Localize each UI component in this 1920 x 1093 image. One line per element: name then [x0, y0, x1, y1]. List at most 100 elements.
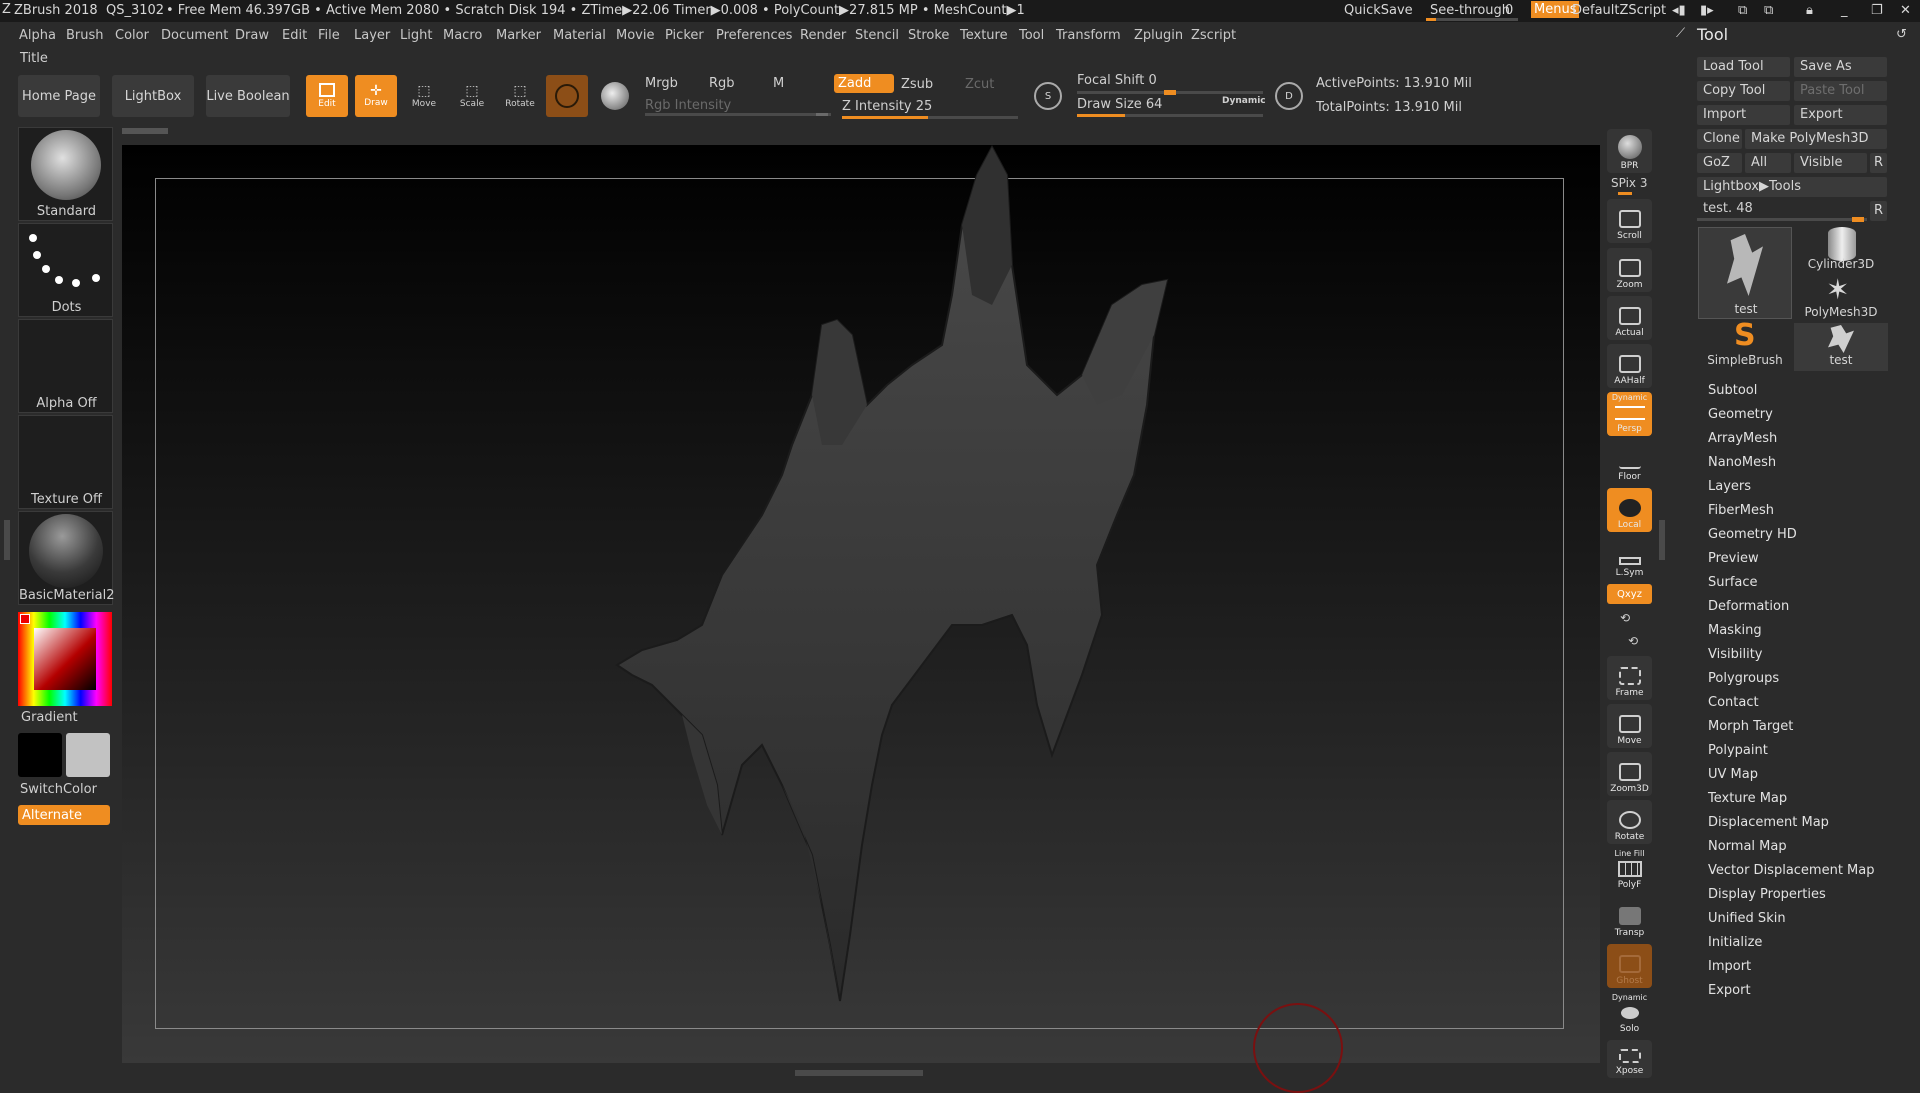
rotate-mode-button[interactable]: ⬚ Rotate [499, 75, 541, 117]
subpalette-visibility[interactable]: Visibility [1708, 647, 1762, 662]
current-tool-label[interactable]: test. 48 [1703, 201, 1753, 216]
subpalette-morph-target[interactable]: Morph Target [1708, 719, 1793, 734]
subpalette-arraymesh[interactable]: ArrayMesh [1708, 431, 1777, 446]
subpalette-preview[interactable]: Preview [1708, 551, 1759, 566]
texture-selector[interactable]: Texture Off [18, 415, 113, 509]
quicksave-button[interactable]: QuickSave [1344, 3, 1413, 18]
bpr-button[interactable]: BPR [1607, 129, 1652, 173]
spix-label[interactable]: SPix 3 [1611, 176, 1647, 190]
goz-button[interactable]: GoZ [1697, 153, 1742, 173]
menu-alpha[interactable]: Alpha [19, 28, 56, 43]
window-layout-icon[interactable]: ⧉ [1738, 3, 1747, 18]
spix-slider[interactable] [1618, 192, 1632, 195]
subpalette-surface[interactable]: Surface [1708, 575, 1758, 590]
live-boolean-button[interactable]: Live Boolean [206, 75, 290, 117]
zcut-button[interactable]: Zcut [965, 77, 994, 92]
subpalette-polypaint[interactable]: Polypaint [1708, 743, 1768, 758]
subpalette-masking[interactable]: Masking [1708, 623, 1762, 638]
rotate-z-icon[interactable]: ⟲ [1628, 634, 1638, 648]
menu-light[interactable]: Light [400, 28, 432, 43]
subpalette-import[interactable]: Import [1708, 959, 1751, 974]
canvas-scroll-handle[interactable] [122, 128, 168, 134]
menu-draw[interactable]: Draw [235, 28, 269, 43]
close-icon[interactable]: ✕ [1900, 3, 1911, 18]
menu-movie[interactable]: Movie [616, 28, 654, 43]
switchcolor-button[interactable]: SwitchColor [20, 782, 97, 797]
rotate-y-icon[interactable]: ⟲ [1620, 611, 1630, 625]
xyz-button[interactable]: Qxyz [1607, 584, 1652, 604]
subpalette-geometry-hd[interactable]: Geometry HD [1708, 527, 1797, 542]
minimize-icon[interactable]: _ [1841, 3, 1848, 18]
xpose-button[interactable]: Xpose [1607, 1040, 1652, 1078]
alpha-selector[interactable]: Alpha Off [18, 319, 113, 413]
left-panel-collapse-handle[interactable] [4, 520, 10, 560]
dynamic-label[interactable]: Dynamic [1222, 96, 1266, 106]
layout-icon[interactable]: ◂▮ [1672, 3, 1686, 18]
material-sphere-button[interactable] [594, 75, 636, 117]
zadd-button[interactable]: Zadd [834, 74, 894, 93]
menu-render[interactable]: Render [800, 28, 846, 43]
document-canvas[interactable] [122, 145, 1600, 1093]
see-through-slider[interactable] [1426, 18, 1518, 21]
rgb-intensity-slider[interactable] [645, 113, 831, 116]
move-mode-button[interactable]: ⬚ Move [403, 75, 445, 117]
gradient-label[interactable]: Gradient [21, 710, 78, 725]
window-layout-icon-2[interactable]: ⧉ [1764, 3, 1773, 18]
menu-picker[interactable]: Picker [665, 28, 704, 43]
color-picker[interactable] [18, 612, 112, 706]
subpalette-normal-map[interactable]: Normal Map [1708, 839, 1787, 854]
current-tool-r-button[interactable]: R [1870, 201, 1887, 221]
goz-r-button[interactable]: R [1870, 153, 1887, 173]
subpalette-fibermesh[interactable]: FiberMesh [1708, 503, 1774, 518]
make-polymesh3d-button[interactable]: Make PolyMesh3D [1745, 129, 1887, 149]
reset-palette-icon[interactable]: ↺ [1896, 27, 1907, 42]
floor-button[interactable]: Floor [1607, 440, 1652, 484]
local-button[interactable]: Local [1607, 488, 1652, 532]
menu-tool[interactable]: Tool [1019, 28, 1044, 43]
m-button[interactable]: M [773, 76, 784, 91]
menu-stroke[interactable]: Stroke [908, 28, 949, 43]
subpalette-deformation[interactable]: Deformation [1708, 599, 1789, 614]
menu-file[interactable]: File [318, 28, 340, 43]
subpalette-display-properties[interactable]: Display Properties [1708, 887, 1826, 902]
goz-visible-button[interactable]: Visible [1794, 153, 1867, 173]
import-button[interactable]: Import [1697, 105, 1790, 125]
lsym-button[interactable]: L.Sym [1607, 536, 1652, 580]
zoom3d-button[interactable]: Zoom3D [1607, 752, 1652, 796]
focal-shift-label[interactable]: Focal Shift 0 [1077, 73, 1157, 88]
subpalette-contact[interactable]: Contact [1708, 695, 1759, 710]
menu-texture[interactable]: Texture [960, 28, 1008, 43]
brush-selector[interactable]: Standard [18, 127, 113, 221]
subpalette-export[interactable]: Export [1708, 983, 1751, 998]
scroll-button[interactable]: Scroll [1607, 199, 1652, 243]
clone-button[interactable]: Clone [1697, 129, 1742, 149]
menu-macro[interactable]: Macro [443, 28, 482, 43]
mrgb-button[interactable]: Mrgb [645, 76, 678, 91]
menu-stencil[interactable]: Stencil [855, 28, 899, 43]
subpalette-polygroups[interactable]: Polygroups [1708, 671, 1779, 686]
menu-document[interactable]: Document [161, 28, 228, 43]
tool-thumb-cylinder3d[interactable]: Cylinder3D [1794, 227, 1888, 275]
subpalette-nanomesh[interactable]: NanoMesh [1708, 455, 1776, 470]
persp-button[interactable]: Dynamic Persp [1607, 392, 1652, 436]
see-through-label[interactable]: See-through [1430, 3, 1510, 18]
zoom-button[interactable]: Zoom [1607, 248, 1652, 292]
rgb-button[interactable]: Rgb [709, 76, 735, 91]
actual-button[interactable]: Actual [1607, 296, 1652, 340]
tool-thumb-polymesh3d[interactable]: ✶ PolyMesh3D [1794, 275, 1888, 323]
secondary-color-swatch[interactable] [66, 733, 110, 777]
home-page-button[interactable]: Home Page [18, 75, 100, 117]
tool-thumb-simplebrush[interactable]: S SimpleBrush [1698, 319, 1792, 371]
lightbox-tools-button[interactable]: Lightbox▶Tools [1697, 177, 1887, 197]
solo-button[interactable]: Dynamic Solo [1607, 992, 1652, 1036]
right-panel-collapse-handle[interactable] [1659, 520, 1665, 560]
zsub-button[interactable]: Zsub [901, 77, 933, 92]
subpalette-uv-map[interactable]: UV Map [1708, 767, 1758, 782]
material-selector[interactable]: BasicMaterial2 [18, 511, 115, 605]
subpalette-subtool[interactable]: Subtool [1708, 383, 1757, 398]
subpalette-vector-displacement-map[interactable]: Vector Displacement Map [1708, 863, 1875, 878]
edit-mode-button[interactable]: Edit [306, 75, 348, 117]
menu-zplugin[interactable]: Zplugin [1134, 28, 1183, 43]
menu-edit[interactable]: Edit [282, 28, 307, 43]
tool-thumb-test-active[interactable]: test [1698, 227, 1792, 319]
